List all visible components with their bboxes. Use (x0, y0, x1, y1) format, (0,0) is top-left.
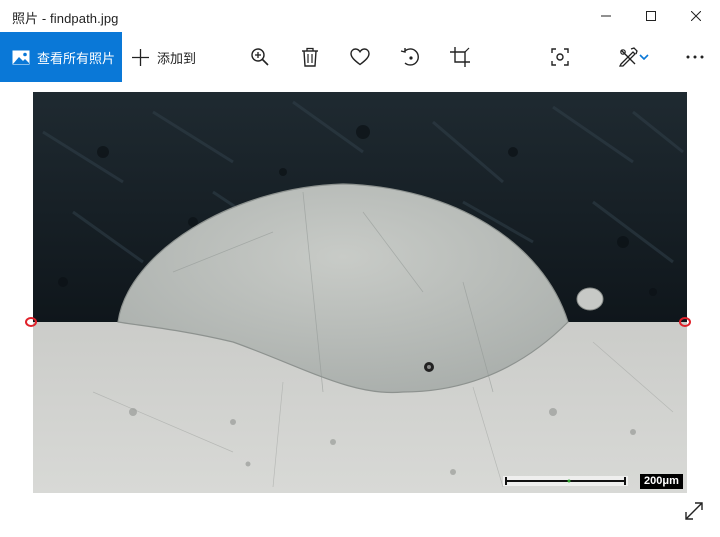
image-viewer: 200μm (0, 82, 720, 537)
crop-icon (450, 47, 470, 67)
focus-button[interactable] (545, 42, 575, 72)
close-icon (690, 11, 701, 21)
full-screen-button[interactable] (683, 500, 705, 522)
add-to-button[interactable]: 添加到 (132, 32, 196, 82)
zoom-in-icon (251, 48, 269, 66)
focus-icon (551, 48, 569, 66)
add-to-label: 添加到 (157, 50, 197, 66)
scale-bar (503, 476, 628, 486)
scale-label: 200μm (640, 474, 683, 489)
see-all-photos-label: 查看所有照片 (37, 50, 116, 66)
rotate-button[interactable] (395, 42, 425, 72)
heart-icon (350, 48, 370, 66)
maximize-button[interactable] (628, 0, 673, 32)
toolbar: 查看所有照片 添加到 (0, 32, 720, 82)
right-marker (679, 317, 691, 327)
see-all-photos-button[interactable]: 查看所有照片 (0, 32, 122, 82)
favorite-button[interactable] (345, 42, 375, 72)
rotate-icon (400, 48, 419, 66)
left-marker (25, 317, 37, 327)
minimize-button[interactable] (583, 0, 628, 32)
image-icon (12, 49, 30, 65)
chevron-down-icon (639, 54, 649, 60)
close-button[interactable] (673, 0, 718, 32)
zoom-in-button[interactable] (245, 42, 275, 72)
maximize-icon (645, 11, 656, 21)
minimize-icon (600, 15, 611, 17)
window-title: 照片 - findpath.jpg (12, 11, 119, 26)
edit-dropdown-button[interactable] (636, 42, 652, 72)
more-button[interactable] (680, 42, 710, 72)
more-icon (686, 55, 704, 59)
micrograph-image[interactable] (33, 92, 687, 493)
delete-icon (302, 47, 318, 67)
expand-icon (685, 502, 703, 520)
plus-icon (132, 48, 149, 66)
edit-icon (618, 47, 638, 67)
crop-button[interactable] (445, 42, 475, 72)
delete-button[interactable] (295, 42, 325, 72)
title-bar: 照片 - findpath.jpg (0, 0, 720, 32)
